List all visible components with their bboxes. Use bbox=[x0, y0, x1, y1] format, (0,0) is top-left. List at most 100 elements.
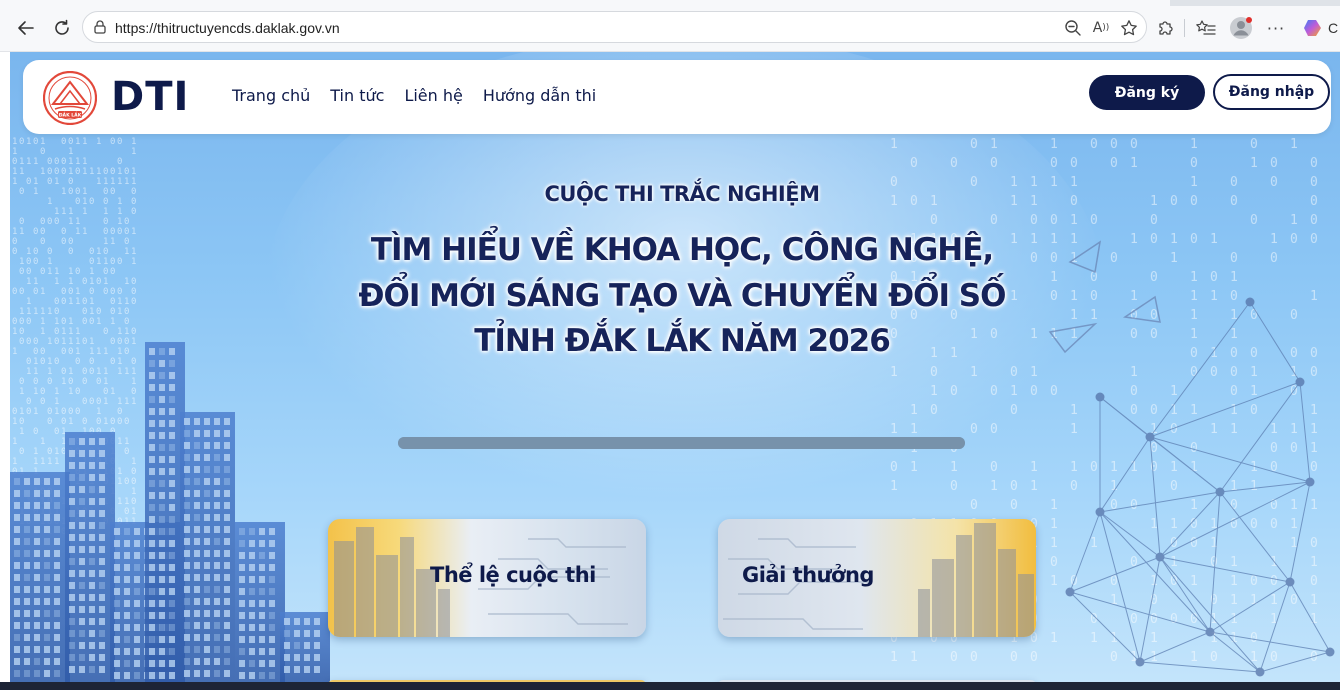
svg-text:0: 0 bbox=[990, 460, 998, 475]
prize-card[interactable]: Giải thưởng bbox=[718, 519, 1036, 637]
copilot-label[interactable]: C bbox=[1328, 20, 1338, 36]
svg-text:1: 1 bbox=[1230, 479, 1238, 494]
nav-exam-guide[interactable]: Hướng dẫn thi bbox=[483, 86, 596, 105]
svg-text:0: 0 bbox=[1250, 403, 1258, 418]
svg-text:1: 1 bbox=[117, 497, 122, 507]
svg-text:0: 0 bbox=[990, 422, 998, 437]
lock-icon[interactable] bbox=[92, 19, 108, 35]
puzzle-icon[interactable] bbox=[1153, 15, 1179, 41]
svg-text:0: 0 bbox=[1050, 384, 1058, 399]
nav-home[interactable]: Trang chủ bbox=[232, 86, 310, 105]
back-button[interactable] bbox=[12, 14, 40, 42]
svg-text:1: 1 bbox=[1150, 631, 1158, 646]
svg-text:1: 1 bbox=[117, 217, 122, 227]
rules-card-label[interactable]: Thể lệ cuộc thi bbox=[430, 563, 596, 587]
main-nav: Trang chủ Tin tức Liên hệ Hướng dẫn thi bbox=[232, 86, 596, 105]
rules-card[interactable]: Thể lệ cuộc thi bbox=[328, 519, 646, 637]
svg-text:1: 1 bbox=[1190, 650, 1198, 665]
svg-text:1: 1 bbox=[990, 137, 998, 152]
svg-text:1: 1 bbox=[1230, 593, 1238, 608]
svg-text:0: 0 bbox=[96, 397, 101, 407]
register-button[interactable]: Đăng ký bbox=[1089, 75, 1205, 110]
svg-text:1: 1 bbox=[75, 137, 80, 147]
svg-text:1: 1 bbox=[110, 387, 115, 397]
copilot-icon[interactable] bbox=[1300, 15, 1326, 41]
svg-text:0: 0 bbox=[54, 167, 59, 177]
nav-news[interactable]: Tin tức bbox=[330, 86, 384, 105]
toolbar-divider bbox=[1184, 19, 1185, 37]
svg-text:0: 0 bbox=[103, 167, 108, 177]
svg-text:0: 0 bbox=[26, 397, 31, 407]
svg-text:0: 0 bbox=[1250, 517, 1258, 532]
svg-text:0: 0 bbox=[1110, 498, 1118, 513]
svg-text:1: 1 bbox=[890, 479, 898, 494]
svg-text:0: 0 bbox=[1110, 156, 1118, 171]
reload-button[interactable] bbox=[48, 14, 76, 42]
svg-text:0: 0 bbox=[1290, 593, 1298, 608]
svg-text:1: 1 bbox=[1270, 612, 1278, 627]
hero-background: 1 0 1 1 0 0 0 1 0 10 0 0 0 0 0 1 0 1 0 00 0 1 1 1 1 1 0 0 01 0 1 1 1 0 1 0 0… bbox=[10, 52, 1335, 682]
arrow-left-icon bbox=[18, 21, 34, 35]
favorites-icon[interactable] bbox=[1193, 15, 1219, 41]
svg-text:1: 1 bbox=[33, 367, 38, 377]
svg-text:1: 1 bbox=[12, 167, 17, 177]
svg-text:0: 0 bbox=[40, 397, 45, 407]
svg-text:0: 0 bbox=[61, 417, 66, 427]
svg-text:0: 0 bbox=[1130, 384, 1138, 399]
svg-text:0: 0 bbox=[61, 367, 66, 377]
svg-text:1: 1 bbox=[131, 397, 136, 407]
svg-text:0: 0 bbox=[1210, 650, 1218, 665]
svg-text:1: 1 bbox=[1290, 213, 1298, 228]
svg-text:0: 0 bbox=[82, 367, 87, 377]
star-icon[interactable] bbox=[1118, 17, 1140, 39]
address-bar[interactable]: https://thitructuyencds.daklak.gov.vn A)… bbox=[82, 11, 1147, 43]
svg-text:0: 0 bbox=[1050, 156, 1058, 171]
svg-text:0: 0 bbox=[131, 467, 136, 477]
svg-text:0: 0 bbox=[131, 477, 136, 487]
svg-text:1: 1 bbox=[990, 479, 998, 494]
svg-text:0: 0 bbox=[110, 417, 115, 427]
svg-text:1: 1 bbox=[26, 367, 31, 377]
svg-text:0: 0 bbox=[40, 217, 45, 227]
svg-text:0: 0 bbox=[47, 167, 52, 177]
prize-card-label[interactable]: Giải thưởng bbox=[742, 563, 874, 587]
svg-text:0: 0 bbox=[1090, 460, 1098, 475]
svg-text:0: 0 bbox=[950, 650, 958, 665]
more-icon[interactable]: ··· bbox=[1263, 15, 1289, 41]
svg-text:0: 0 bbox=[89, 367, 94, 377]
svg-text:0: 0 bbox=[1010, 498, 1018, 513]
svg-text:0: 0 bbox=[1250, 137, 1258, 152]
svg-text:0: 0 bbox=[89, 397, 94, 407]
nav-contact[interactable]: Liên hệ bbox=[404, 86, 462, 105]
avatar-icon[interactable] bbox=[1228, 15, 1254, 41]
svg-text:1: 1 bbox=[1310, 422, 1318, 437]
svg-text:0: 0 bbox=[1130, 612, 1138, 627]
svg-text:0: 0 bbox=[1190, 156, 1198, 171]
site-logo-text[interactable]: DTI bbox=[111, 74, 189, 120]
svg-text:1: 1 bbox=[131, 487, 136, 497]
login-button[interactable]: Đăng nhập bbox=[1213, 74, 1330, 110]
svg-text:0: 0 bbox=[1230, 517, 1238, 532]
svg-text:0: 0 bbox=[103, 267, 108, 277]
active-tab[interactable] bbox=[0, 0, 1170, 6]
site-header: ĐẮK LẮK DTI Trang chủ Tin tức Liên hệ Hư… bbox=[23, 60, 1331, 134]
svg-text:0: 0 bbox=[96, 417, 101, 427]
svg-text:0: 0 bbox=[1190, 517, 1198, 532]
svg-text:0: 0 bbox=[61, 157, 66, 167]
svg-text:1: 1 bbox=[1310, 403, 1318, 418]
svg-text:1: 1 bbox=[19, 427, 24, 437]
svg-text:0: 0 bbox=[950, 156, 958, 171]
svg-text:0: 0 bbox=[910, 156, 918, 171]
svg-text:1: 1 bbox=[1070, 422, 1078, 437]
svg-text:1: 1 bbox=[40, 457, 45, 467]
svg-text:1: 1 bbox=[910, 460, 918, 475]
province-seal-logo[interactable]: ĐẮK LẮK bbox=[43, 71, 97, 125]
read-aloud-icon[interactable]: A)) bbox=[1090, 17, 1112, 39]
svg-text:1: 1 bbox=[1170, 384, 1178, 399]
progress-bar bbox=[398, 437, 965, 449]
zoom-out-icon[interactable] bbox=[1062, 17, 1084, 39]
url-text[interactable]: https://thitructuyencds.daklak.gov.vn bbox=[115, 20, 340, 36]
svg-text:0: 0 bbox=[68, 137, 73, 147]
svg-text:0: 0 bbox=[1070, 479, 1078, 494]
svg-text:0: 0 bbox=[1110, 650, 1118, 665]
